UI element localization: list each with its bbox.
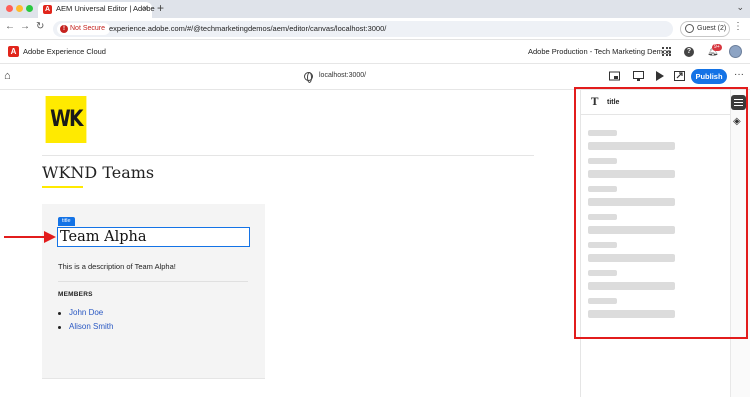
divider: [42, 378, 265, 379]
new-tab-button[interactable]: +: [157, 1, 164, 15]
members-heading: MEMBERS: [58, 291, 93, 298]
more-actions-icon[interactable]: ···: [734, 69, 744, 80]
preview-play-icon[interactable]: [654, 71, 665, 81]
tab-title: AEM Universal Editor | Adobe: [56, 4, 155, 13]
minimize-window-button[interactable]: [16, 5, 23, 12]
notification-count-badge: 9+: [712, 44, 722, 51]
tab-close-icon[interactable]: ×: [143, 3, 148, 13]
forward-arrow-icon[interactable]: →: [20, 21, 30, 32]
user-avatar[interactable]: [729, 45, 742, 58]
org-switcher[interactable]: Adobe Production - Tech Marketing Demos: [528, 47, 671, 56]
adobe-logo-icon[interactable]: A: [8, 46, 19, 57]
security-chip[interactable]: ! Not Secure: [57, 23, 111, 35]
app-switcher-icon[interactable]: [662, 47, 671, 56]
team-title[interactable]: Team Alpha: [60, 228, 147, 246]
help-icon[interactable]: ?: [684, 47, 694, 57]
member-link[interactable]: John Doe: [69, 308, 103, 317]
browser-tab-bar: A AEM Universal Editor | Adobe × + ⌄: [0, 0, 750, 18]
card-divider: [58, 281, 248, 282]
wknd-logo[interactable]: WK: [45, 96, 87, 143]
page-url[interactable]: localhost:3000/: [319, 72, 366, 79]
warning-icon: !: [60, 25, 68, 33]
back-arrow-icon[interactable]: ←: [5, 21, 15, 32]
address-bar-row: ← → ↻ ! Not Secure experience.adobe.com/…: [0, 18, 750, 40]
publish-button[interactable]: Publish: [691, 69, 727, 84]
maximize-window-button[interactable]: [26, 5, 33, 12]
title-underline: [42, 186, 83, 188]
member-item[interactable]: Alison Smith: [58, 322, 113, 331]
editor-canvas: WK WKND Teams title Team Alpha This is a…: [0, 90, 580, 397]
team-description[interactable]: This is a description of Team Alpha!: [58, 262, 176, 271]
member-item[interactable]: John Doe: [58, 308, 103, 317]
divider: [42, 155, 534, 156]
reload-icon[interactable]: ↻: [36, 21, 44, 32]
member-link[interactable]: Alison Smith: [69, 322, 113, 331]
annotation-arrow-icon: [4, 231, 56, 243]
desktop-emulator-icon[interactable]: [633, 71, 644, 81]
annotation-highlight-box: [574, 87, 748, 339]
tab-search-chevron-icon[interactable]: ⌄: [736, 2, 744, 13]
profile-button[interactable]: Guest (2): [680, 21, 730, 37]
globe-icon: [304, 72, 313, 83]
browser-tab[interactable]: A AEM Universal Editor | Adobe ×: [38, 2, 155, 18]
omnibox[interactable]: ! Not Secure experience.adobe.com/#/@tec…: [53, 21, 673, 37]
security-label: Not Secure: [70, 25, 106, 32]
selected-component-badge: title: [58, 217, 75, 226]
product-name[interactable]: Adobe Experience Cloud: [23, 47, 106, 56]
adobe-favicon-icon: A: [43, 5, 52, 14]
person-icon: [685, 24, 694, 33]
page-title[interactable]: WKND Teams: [42, 163, 154, 182]
shell-header: A Adobe Experience Cloud Adobe Productio…: [0, 41, 750, 64]
profile-label: Guest (2): [697, 25, 727, 32]
home-icon[interactable]: ⌂: [4, 70, 11, 82]
share-icon[interactable]: [674, 71, 685, 81]
close-window-button[interactable]: [6, 5, 13, 12]
open-page-icon[interactable]: [609, 71, 620, 81]
url-text[interactable]: experience.adobe.com/#/@techmarketingdem…: [109, 23, 386, 35]
team-title-selection[interactable]: Team Alpha: [57, 227, 250, 247]
browser-menu-icon[interactable]: ⋮: [733, 21, 743, 32]
